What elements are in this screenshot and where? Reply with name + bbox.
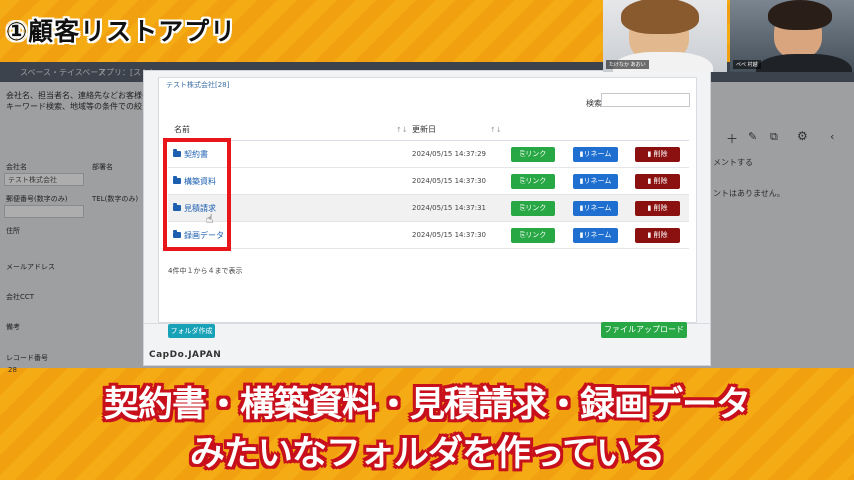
updated-date: 2024/05/15 14:37:30 — [412, 231, 487, 239]
folder-list-panel: テスト株式会社[28] 検索 名前 ↑↓ 更新日 ↑↓ 契約書 2024/05/… — [158, 77, 697, 323]
search-input[interactable] — [601, 93, 690, 107]
participant-name: たけなか あおい — [606, 60, 649, 69]
rename-button[interactable]: ▮リネーム — [573, 174, 618, 189]
participant-body — [756, 54, 852, 72]
updated-date: 2024/05/15 14:37:31 — [412, 204, 487, 212]
table-row: 録画データ 2024/05/15 14:37:30 ⎘リンク ▮リネーム ▮ 削… — [168, 222, 689, 249]
updated-date: 2024/05/15 14:37:29 — [412, 150, 487, 158]
company-label: テスト株式会社[28] — [166, 81, 230, 89]
rename-button[interactable]: ▮リネーム — [573, 201, 618, 216]
link-button[interactable]: ⎘リンク — [511, 228, 555, 243]
delete-button[interactable]: ▮ 削除 — [635, 201, 680, 216]
link-button[interactable]: ⎘リンク — [511, 147, 555, 162]
participant-hair — [768, 0, 832, 30]
table-row: 契約書 2024/05/15 14:37:29 ⎘リンク ▮リネーム ▮ 削除 — [168, 141, 689, 168]
sort-icon[interactable]: ↑↓ — [396, 126, 408, 134]
create-folder-button[interactable]: フォルダ作成 — [168, 324, 215, 338]
capdo-logo: CapDo.JAPAN — [149, 350, 222, 360]
video-title: ①顧客リストアプリ — [6, 17, 237, 46]
caption-line-1: 契約書・構築資料・見積請求・録画データ — [103, 385, 751, 425]
webcam-tile: たけなか あおい — [603, 0, 727, 72]
delete-button[interactable]: ▮ 削除 — [635, 228, 680, 243]
table-row: 構築資料 2024/05/15 14:37:30 ⎘リンク ▮リネーム ▮ 削除 — [168, 168, 689, 195]
rename-button[interactable]: ▮リネーム — [573, 228, 618, 243]
caption-line-2: みたいなフォルダを作っている — [189, 434, 665, 474]
folder-highlight-box — [163, 138, 231, 251]
participant-name: ぺぺ 村越 — [733, 60, 761, 69]
delete-button[interactable]: ▮ 削除 — [635, 147, 680, 162]
updated-date: 2024/05/15 14:37:30 — [412, 177, 487, 185]
pointer-cursor-icon: ☝ — [206, 212, 214, 226]
participant-hair — [621, 0, 699, 34]
file-upload-button[interactable]: ファイルアップロード — [601, 322, 687, 338]
search-label: 検索 — [586, 99, 602, 108]
link-button[interactable]: ⎘リンク — [511, 174, 555, 189]
record-count: 4件中１から４まで表示 — [168, 267, 243, 275]
rename-button[interactable]: ▮リネーム — [573, 147, 618, 162]
table-row: 見積請求 2024/05/15 14:37:31 ⎘リンク ▮リネーム ▮ 削除 — [168, 195, 689, 222]
sort-icon[interactable]: ↑↓ — [490, 126, 502, 134]
webcam-tile: ぺぺ 村越 — [730, 0, 854, 72]
link-button[interactable]: ⎘リンク — [511, 201, 555, 216]
column-header-updated[interactable]: 更新日 — [412, 124, 436, 135]
delete-button[interactable]: ▮ 削除 — [635, 174, 680, 189]
column-header-name[interactable]: 名前 — [174, 124, 190, 135]
